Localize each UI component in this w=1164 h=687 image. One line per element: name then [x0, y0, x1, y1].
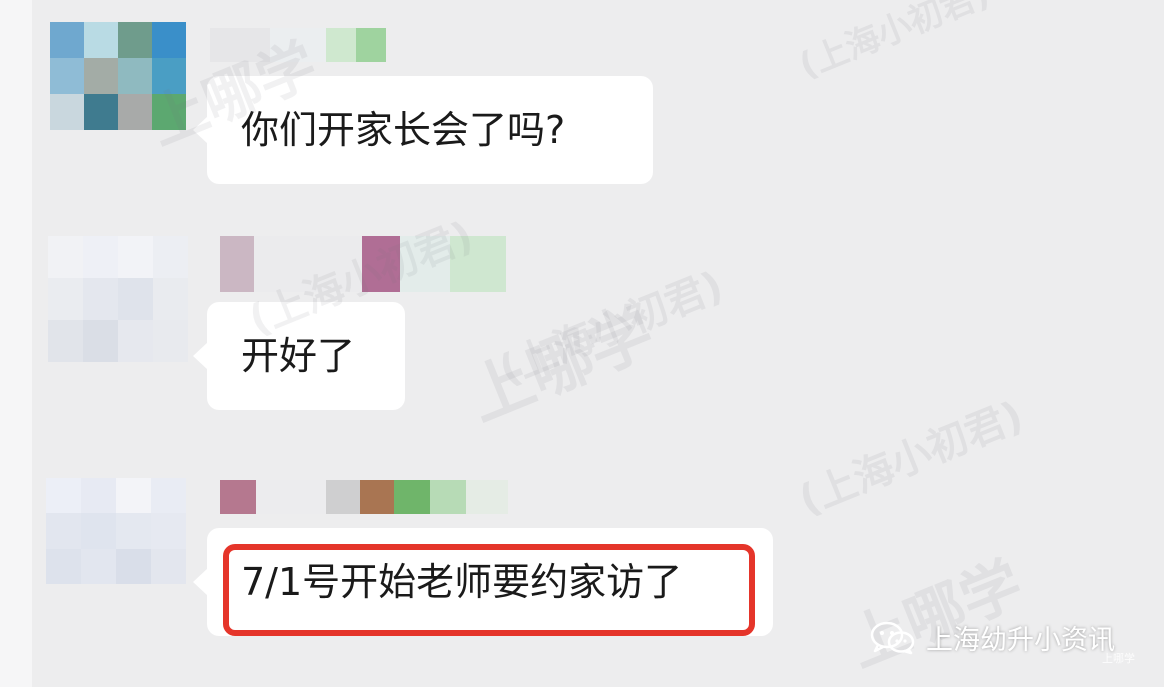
watermark: (上海小初君): [793, 0, 996, 87]
watermark: 上哪学: [458, 295, 665, 436]
message-text: 开好了: [241, 334, 356, 378]
account-name: 上海幼升小资讯: [926, 625, 1115, 656]
message-bubble[interactable]: 你们开家长会了吗?: [193, 76, 653, 184]
watermark: 上哪学: [838, 548, 1033, 682]
highlight-box: [223, 544, 755, 636]
brand-small-mark: 上哪学: [1102, 652, 1135, 665]
sender-name-blurred: [220, 480, 508, 514]
account-brand: 上海幼升小资讯: [870, 618, 1115, 657]
avatar[interactable]: [50, 22, 186, 130]
sender-name-blurred: [220, 236, 506, 292]
bubble-tail: [193, 342, 208, 370]
watermark: (上海小初君): [492, 262, 730, 395]
message-bubble[interactable]: 开好了: [193, 302, 405, 410]
left-gutter: [0, 0, 32, 687]
message-text: 你们开家长会了吗?: [241, 108, 566, 152]
sender-name-blurred: [210, 28, 386, 62]
avatar[interactable]: [48, 236, 188, 362]
watermark: (上海小初君): [792, 392, 1030, 525]
avatar[interactable]: [46, 478, 186, 584]
wechat-icon: [870, 621, 915, 654]
bubble-tail: [193, 568, 208, 596]
bubble-tail: [193, 116, 208, 144]
